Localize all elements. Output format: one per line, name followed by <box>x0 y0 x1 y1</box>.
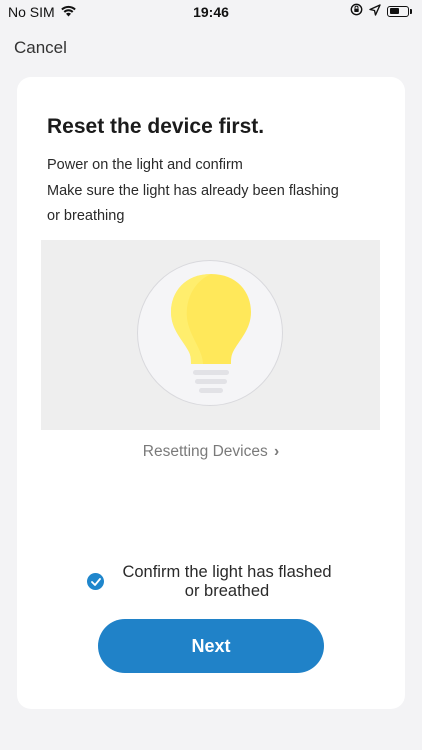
instruction-line: or breathing <box>47 208 125 224</box>
chevron-right-icon: › <box>274 443 280 460</box>
instruction-line: Make sure the light has already been fla… <box>47 182 339 199</box>
confirm-row[interactable]: Confirm the light has flashed or breathe… <box>87 563 357 601</box>
resetting-devices-label: Resetting Devices <box>142 443 268 460</box>
status-bar: No SIM 19:46 <box>0 0 422 26</box>
confirm-text-line: Confirm the light has flashed <box>122 563 332 581</box>
resetting-devices-link[interactable]: Resetting Devices › <box>17 443 405 461</box>
confirm-checkbox[interactable] <box>87 573 104 590</box>
confirm-text-line: or breathed <box>184 582 270 600</box>
orientation-lock-icon <box>350 3 363 19</box>
checkmark-icon <box>90 577 101 586</box>
confirm-text: Confirm the light has flashed or breathe… <box>112 563 342 601</box>
device-illustration <box>41 240 380 430</box>
page-title: Reset the device first. <box>47 115 265 138</box>
location-arrow-icon <box>369 3 381 19</box>
cancel-button[interactable]: Cancel <box>14 38 67 58</box>
instructions: Power on the light and confirm Make sure… <box>47 153 377 230</box>
bulb-circle <box>137 260 283 406</box>
light-bulb-icon <box>171 274 251 393</box>
instruction-line: Power on the light and confirm <box>47 157 243 173</box>
battery-icon <box>387 5 412 17</box>
reset-card: Reset the device first. Power on the lig… <box>17 77 405 709</box>
status-right <box>350 3 412 19</box>
next-button[interactable]: Next <box>98 619 324 673</box>
